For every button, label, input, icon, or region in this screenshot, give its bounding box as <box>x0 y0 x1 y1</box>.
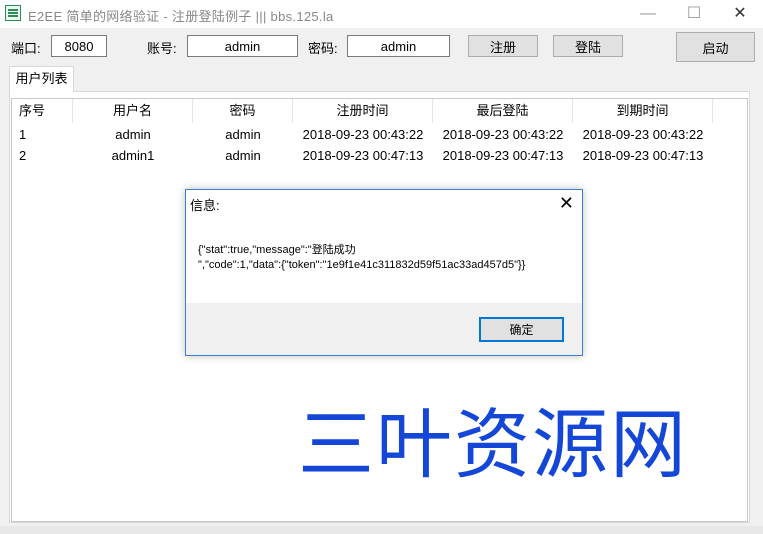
dialog-close-icon[interactable]: ✕ <box>559 192 574 214</box>
password-input[interactable] <box>347 35 450 57</box>
register-button[interactable]: 注册 <box>468 35 538 57</box>
taskbar-strip <box>0 526 763 534</box>
table-header: 序号 用户名 密码 注册时间 最后登陆 到期时间 <box>12 99 747 123</box>
table-cell: 2018-09-23 00:47:13 <box>582 148 704 163</box>
table-row[interactable]: 2 admin1 admin 2018-09-23 00:47:13 2018-… <box>12 145 747 166</box>
dialog-message: {"stat":true,"message":"登陆成功 ","code":1,… <box>198 244 526 271</box>
table-cell: admin <box>225 148 261 163</box>
table-cell: admin <box>225 127 261 142</box>
table-cell: 2018-09-23 00:47:13 <box>302 148 424 163</box>
watermark-text: 三叶资源网 <box>298 400 688 489</box>
password-label: 密码: <box>308 41 338 56</box>
table-cell: 2018-09-23 00:43:22 <box>302 127 424 142</box>
title-bar: E2EE 简单的网络验证 - 注册登陆例子 ||| bbs.125.la — ☐… <box>0 0 763 28</box>
port-input[interactable] <box>51 35 107 57</box>
tab-user-list[interactable]: 用户列表 <box>9 66 74 92</box>
account-input[interactable] <box>187 35 298 57</box>
table-cell: 2018-09-23 00:43:22 <box>582 127 704 142</box>
start-button[interactable]: 启动 <box>676 32 755 62</box>
column-header-expire-time[interactable]: 到期时间 <box>573 99 713 123</box>
maximize-button[interactable]: ☐ <box>671 0 717 28</box>
column-header-index[interactable]: 序号 <box>12 99 73 123</box>
dialog-title: 信息: <box>190 198 220 213</box>
column-header-last-login[interactable]: 最后登陆 <box>433 99 573 123</box>
login-button[interactable]: 登陆 <box>553 35 623 57</box>
app-icon <box>5 5 21 21</box>
table-cell: admin1 <box>111 148 155 163</box>
table-cell: 2018-09-23 00:47:13 <box>442 148 564 163</box>
minimize-button[interactable]: — <box>625 0 671 28</box>
message-dialog: 信息: ✕ {"stat":true,"message":"登陆成功 ","co… <box>185 189 583 356</box>
account-label: 账号: <box>147 41 177 56</box>
ok-button[interactable]: 确定 <box>479 317 564 342</box>
close-button[interactable]: ✕ <box>717 0 763 28</box>
column-header-password[interactable]: 密码 <box>193 99 293 123</box>
table-cell: 1 <box>19 127 27 142</box>
table-cell: 2 <box>19 148 27 163</box>
window-title: E2EE 简单的网络验证 - 注册登陆例子 ||| bbs.125.la <box>28 9 334 24</box>
column-header-username[interactable]: 用户名 <box>73 99 193 123</box>
port-label: 端口: <box>11 41 41 56</box>
table-cell: 2018-09-23 00:43:22 <box>442 127 564 142</box>
table-row[interactable]: 1 admin admin 2018-09-23 00:43:22 2018-0… <box>12 124 747 145</box>
table-cell: admin <box>115 127 151 142</box>
column-header-register-time[interactable]: 注册时间 <box>293 99 433 123</box>
